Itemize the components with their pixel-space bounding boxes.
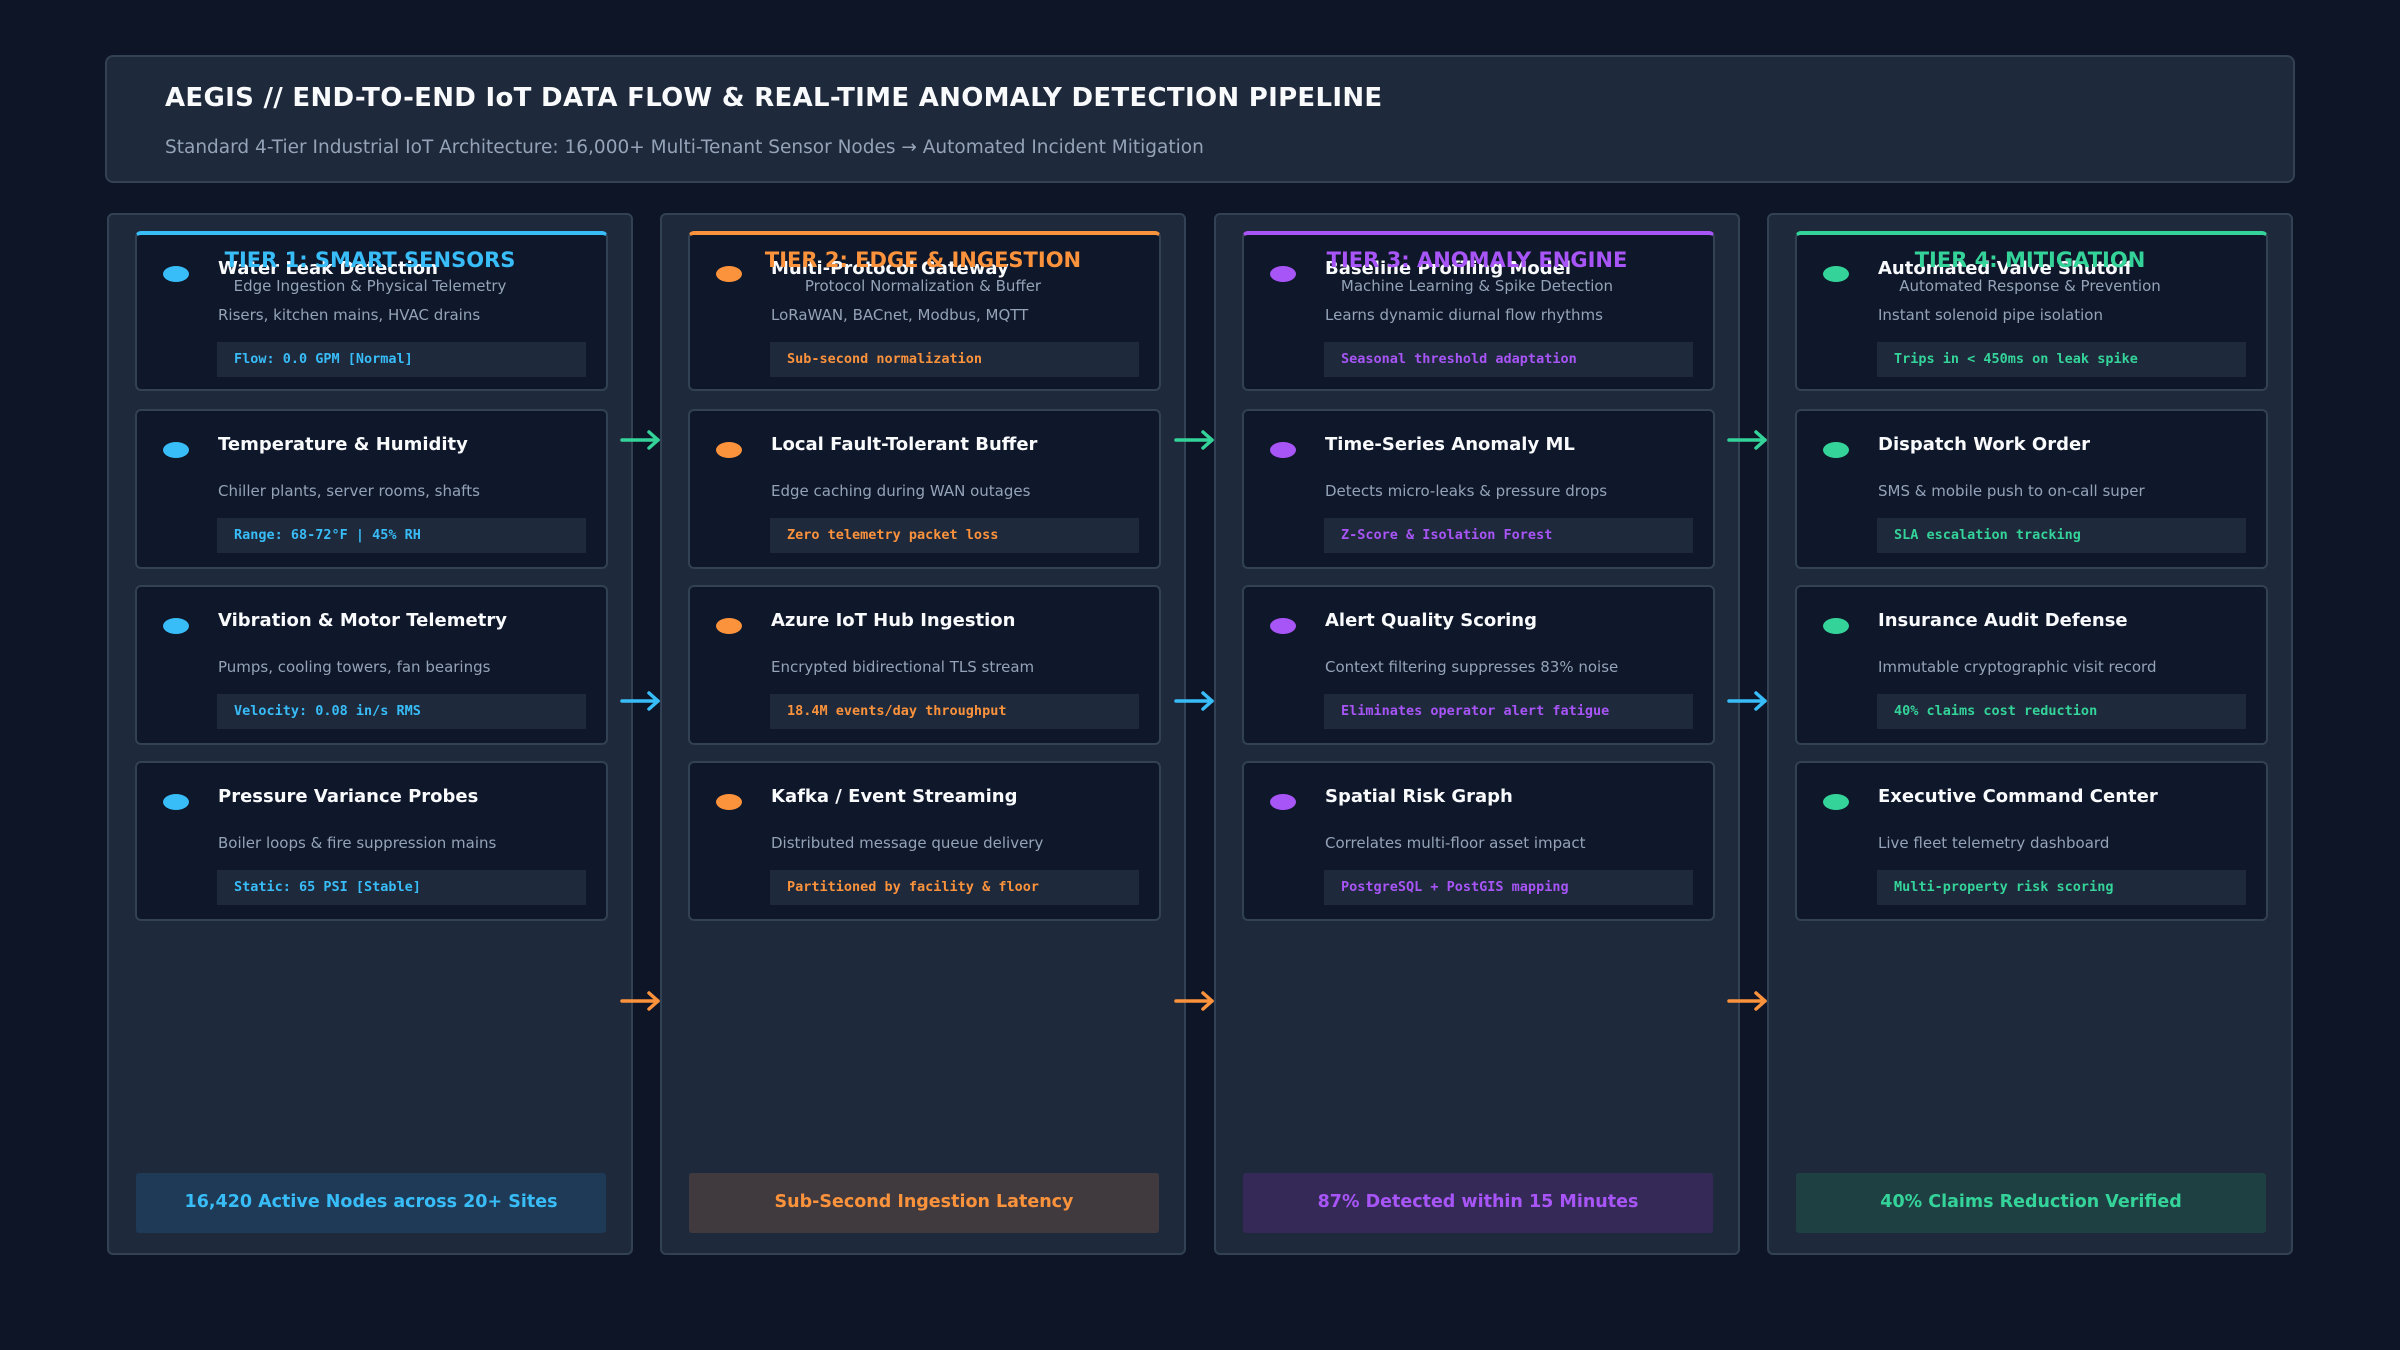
component-card: Time-Series Anomaly ML Detects micro-leak… — [1242, 409, 1715, 569]
tier-column-2: Multi-Protocol Gateway LoRaWAN, BACnet, M… — [660, 213, 1186, 1255]
metric-badge: SLA escalation tracking — [1877, 518, 2246, 553]
tier-footer-metric: 87% Detected within 15 Minutes — [1243, 1173, 1713, 1233]
card-description: Boiler loops & fire suppression mains — [218, 834, 497, 852]
card-title: Executive Command Center — [1878, 786, 2158, 807]
card-description: Immutable cryptographic visit record — [1878, 658, 2157, 676]
status-dot-icon — [163, 618, 189, 634]
card-description: Chiller plants, server rooms, shafts — [218, 482, 480, 500]
card-description: Live fleet telemetry dashboard — [1878, 834, 2110, 852]
flow-arrow-icon — [620, 428, 662, 452]
status-dot-icon — [1823, 618, 1849, 634]
tier-column-4: Automated Valve Shutoff Instant solenoid … — [1767, 213, 2293, 1255]
flow-arrow-icon — [1174, 989, 1216, 1013]
component-card: Pressure Variance Probes Boiler loops & f… — [135, 761, 608, 921]
metric-badge: PostgreSQL + PostGIS mapping — [1324, 870, 1693, 905]
component-card: Vibration & Motor Telemetry Pumps, coolin… — [135, 585, 608, 745]
metric-badge: Eliminates operator alert fatigue — [1324, 694, 1693, 729]
card-title: Time-Series Anomaly ML — [1325, 434, 1575, 455]
component-card: Executive Command Center Live fleet telem… — [1795, 761, 2268, 921]
card-description: Distributed message queue delivery — [771, 834, 1044, 852]
status-dot-icon — [163, 794, 189, 810]
page-subtitle: Standard 4-Tier Industrial IoT Architect… — [165, 137, 1204, 158]
metric-badge: Velocity: 0.08 in/s RMS — [217, 694, 586, 729]
flow-arrow-icon — [1727, 428, 1769, 452]
flow-arrow-icon — [1174, 428, 1216, 452]
tier-subtitle: Edge Ingestion & Physical Telemetry — [233, 277, 507, 295]
status-dot-icon — [1270, 442, 1296, 458]
card-description: LoRaWAN, BACnet, Modbus, MQTT — [771, 306, 1029, 324]
metric-badge: Range: 68-72°F | 45% RH — [217, 518, 586, 553]
status-dot-icon — [716, 794, 742, 810]
card-title: Spatial Risk Graph — [1325, 786, 1513, 807]
metric-badge: Flow: 0.0 GPM [Normal] — [217, 342, 586, 377]
flow-arrow-icon — [1174, 689, 1216, 713]
flow-arrow-icon — [1727, 989, 1769, 1013]
tier-title: TIER 2: EDGE & INGESTION — [764, 248, 1082, 272]
status-dot-icon — [716, 442, 742, 458]
metric-badge: Partitioned by facility & floor — [770, 870, 1139, 905]
metric-badge: 18.4M events/day throughput — [770, 694, 1139, 729]
card-title: Dispatch Work Order — [1878, 434, 2091, 455]
metric-badge: Zero telemetry packet loss — [770, 518, 1139, 553]
tier-column-3: Baseline Profiling Model Learns dynamic d… — [1214, 213, 1740, 1255]
component-card: Temperature & Humidity Chiller plants, se… — [135, 409, 608, 569]
component-card: Spatial Risk Graph Correlates multi-floor… — [1242, 761, 1715, 921]
metric-badge: Multi-property risk scoring — [1877, 870, 2246, 905]
tier-title: TIER 1: SMART SENSORS — [224, 248, 516, 272]
status-dot-icon — [163, 442, 189, 458]
page-title: AEGIS // END-TO-END IoT DATA FLOW & REAL… — [165, 83, 1383, 113]
card-title: Temperature & Humidity — [218, 434, 468, 455]
flow-arrow-icon — [620, 989, 662, 1013]
tier-footer-metric: 16,420 Active Nodes across 20+ Sites — [136, 1173, 606, 1233]
card-description: SMS & mobile push to on-call super — [1878, 482, 2145, 500]
tier-title: TIER 3: ANOMALY ENGINE — [1326, 248, 1628, 272]
card-description: Pumps, cooling towers, fan bearings — [218, 658, 491, 676]
component-card: Azure IoT Hub Ingestion Encrypted bidirec… — [688, 585, 1161, 745]
card-description: Instant solenoid pipe isolation — [1878, 306, 2103, 324]
tier-footer-metric: 40% Claims Reduction Verified — [1796, 1173, 2266, 1233]
card-description: Risers, kitchen mains, HVAC drains — [218, 306, 481, 324]
status-dot-icon — [1823, 442, 1849, 458]
tier-footer-metric: Sub-Second Ingestion Latency — [689, 1173, 1159, 1233]
metric-badge: Z-Score & Isolation Forest — [1324, 518, 1693, 553]
component-card: Local Fault-Tolerant Buffer Edge caching … — [688, 409, 1161, 569]
card-title: Insurance Audit Defense — [1878, 610, 2128, 631]
card-description: Detects micro-leaks & pressure drops — [1325, 482, 1608, 500]
flow-arrow-icon — [620, 689, 662, 713]
card-description: Correlates multi-floor asset impact — [1325, 834, 1586, 852]
component-card: Kafka / Event Streaming Distributed messa… — [688, 761, 1161, 921]
metric-badge: Sub-second normalization — [770, 342, 1139, 377]
tier-title: TIER 4: MITIGATION — [1914, 248, 2146, 272]
tier-subtitle: Machine Learning & Spike Detection — [1340, 277, 1614, 295]
card-title: Azure IoT Hub Ingestion — [771, 610, 1016, 631]
metric-badge: Seasonal threshold adaptation — [1324, 342, 1693, 377]
flow-arrow-icon — [1727, 689, 1769, 713]
tier-column-1: Water Leak Detection Risers, kitchen main… — [107, 213, 633, 1255]
status-dot-icon — [716, 618, 742, 634]
header-panel: AEGIS // END-TO-END IoT DATA FLOW & REAL… — [105, 55, 2295, 183]
metric-badge: Static: 65 PSI [Stable] — [217, 870, 586, 905]
card-title: Kafka / Event Streaming — [771, 786, 1018, 807]
card-title: Pressure Variance Probes — [218, 786, 479, 807]
card-description: Learns dynamic diurnal flow rhythms — [1325, 306, 1603, 324]
card-title: Local Fault-Tolerant Buffer — [771, 434, 1038, 455]
metric-badge: 40% claims cost reduction — [1877, 694, 2246, 729]
tier-subtitle: Automated Response & Prevention — [1899, 277, 2161, 295]
card-description: Context filtering suppresses 83% noise — [1325, 658, 1619, 676]
status-dot-icon — [1270, 794, 1296, 810]
tier-subtitle: Protocol Normalization & Buffer — [804, 277, 1042, 295]
status-dot-icon — [1823, 794, 1849, 810]
card-description: Encrypted bidirectional TLS stream — [771, 658, 1035, 676]
card-description: Edge caching during WAN outages — [771, 482, 1031, 500]
status-dot-icon — [1270, 618, 1296, 634]
card-title: Alert Quality Scoring — [1325, 610, 1538, 631]
card-title: Vibration & Motor Telemetry — [218, 610, 507, 631]
metric-badge: Trips in < 450ms on leak spike — [1877, 342, 2246, 377]
component-card: Alert Quality Scoring Context filtering s… — [1242, 585, 1715, 745]
component-card: Dispatch Work Order SMS & mobile push to … — [1795, 409, 2268, 569]
component-card: Insurance Audit Defense Immutable cryptog… — [1795, 585, 2268, 745]
